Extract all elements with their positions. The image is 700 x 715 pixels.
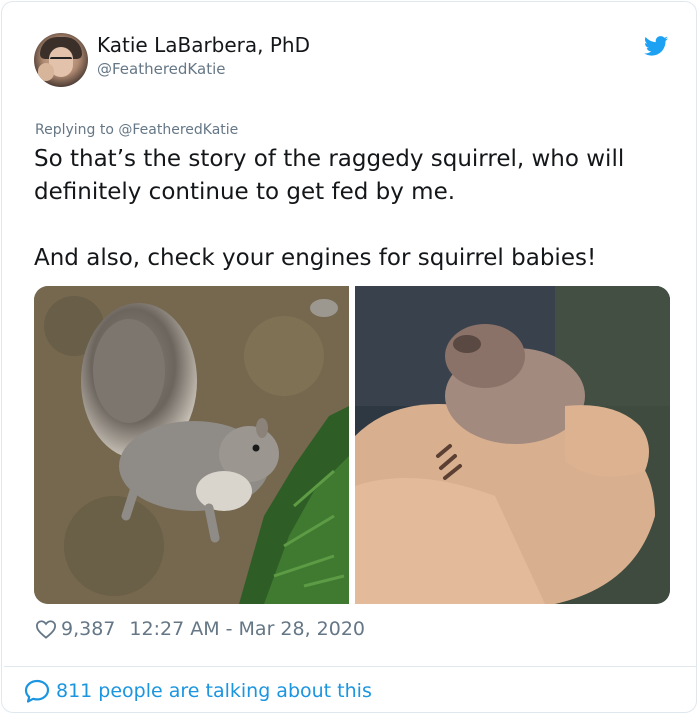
like-count[interactable]: 9,387 [61,618,115,640]
photo-squirrel[interactable] [34,286,349,604]
author-name[interactable]: Katie LaBarbera, PhD [97,33,310,57]
tweet-paragraph-2: And also, check your engines for squirre… [34,245,597,271]
media-grid [34,286,670,604]
heart-icon[interactable] [35,619,57,639]
tweet-text: So that’s the story of the raggedy squir… [34,143,674,275]
twitter-bird-icon[interactable] [644,36,668,56]
replying-to[interactable]: Replying to @FeatheredKatie [35,122,238,138]
divider [4,666,696,667]
photo-baby-squirrel[interactable] [355,286,670,604]
timestamp[interactable]: 12:27 AM - Mar 28, 2020 [129,618,365,640]
avatar-hand [38,63,54,81]
conversation-link[interactable]: 811 people are talking about this [24,679,372,703]
speech-bubble-icon [24,679,50,703]
avatar[interactable] [34,33,88,87]
tweet-meta: 9,387 12:27 AM - Mar 28, 2020 [35,616,365,642]
author-handle[interactable]: @FeatheredKatie [97,60,225,78]
avatar-glasses [50,57,72,65]
tweet-card: Katie LaBarbera, PhD @FeatheredKatie Rep… [1,1,697,713]
conversation-text[interactable]: 811 people are talking about this [56,680,372,702]
tweet-paragraph-1: So that’s the story of the raggedy squir… [34,146,625,205]
